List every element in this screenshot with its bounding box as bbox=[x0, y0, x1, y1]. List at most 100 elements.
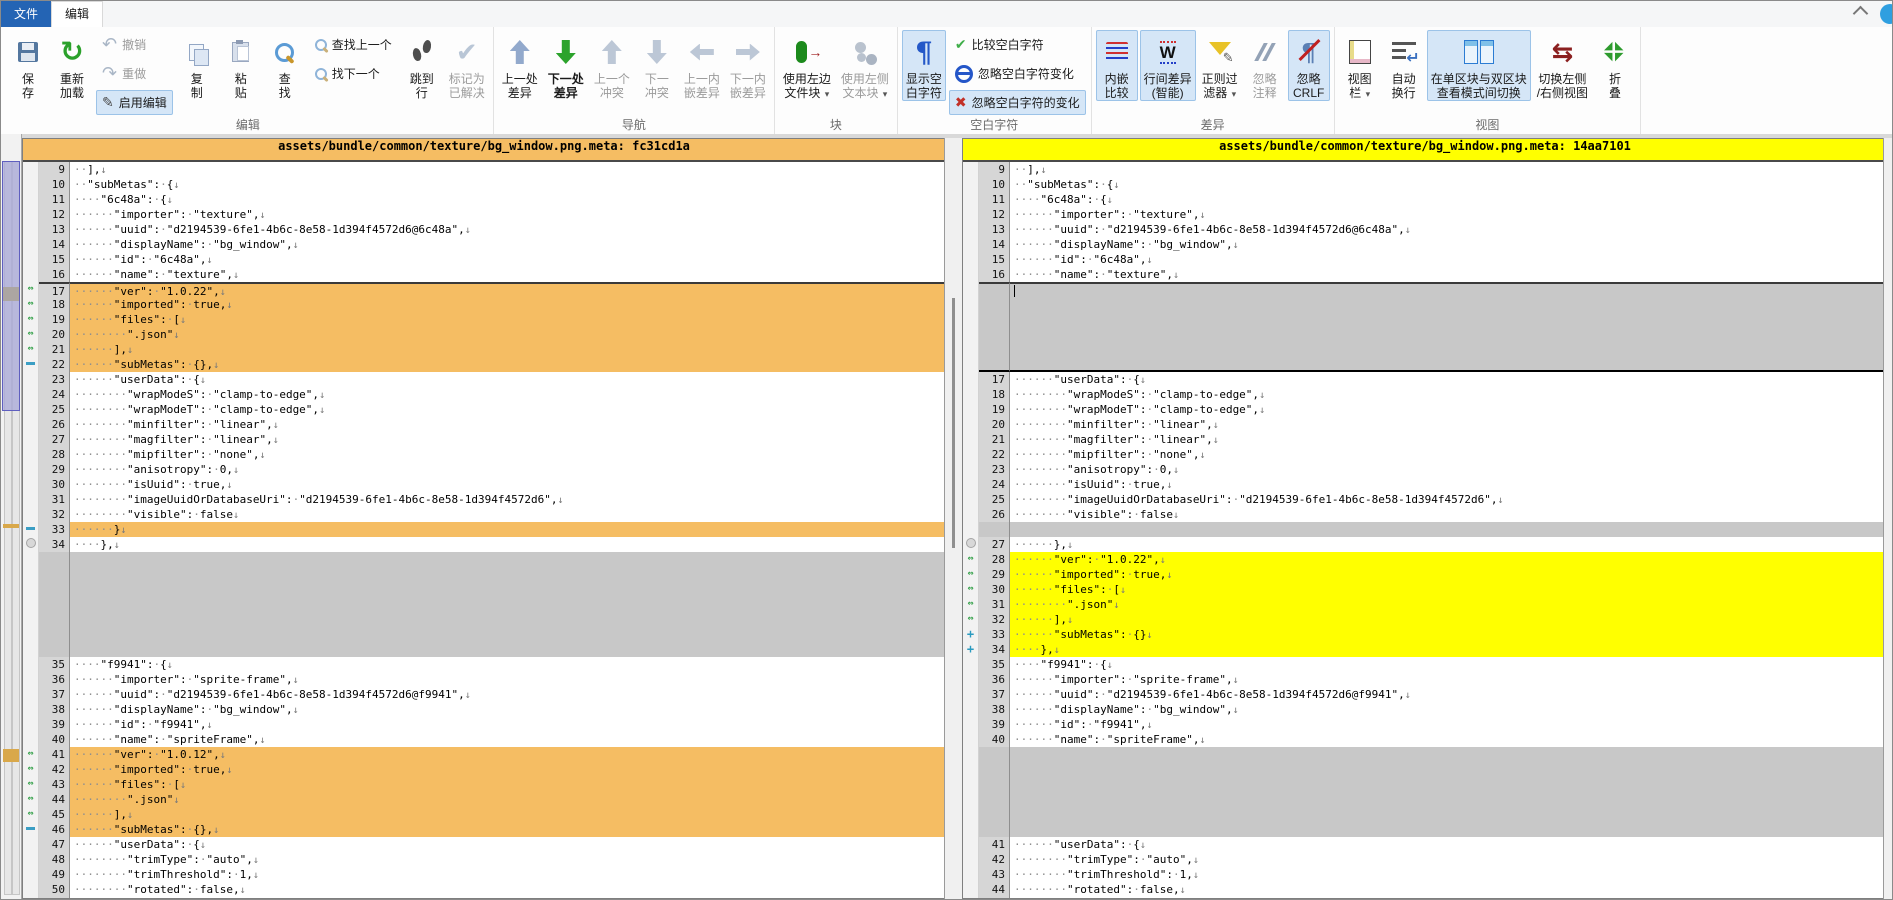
code-line[interactable]: 14 ······"displayName":·"bg_window",↓ bbox=[963, 237, 1887, 252]
code-line[interactable]: 11 ····"6c48a":·{↓ bbox=[23, 192, 945, 207]
code-line[interactable]: 32 ········"visible":·false↓ bbox=[23, 507, 945, 522]
code-line[interactable]: ⇔ 32 ······],↓ bbox=[963, 612, 1887, 627]
ribbon-button-pilcrow[interactable]: ¶ 显示空 白字符 bbox=[901, 30, 946, 101]
code-line[interactable]: 24 ········"wrapModeS":·"clamp-to-edge",↓ bbox=[23, 387, 945, 402]
code-line[interactable]: 36 ······"importer":·"sprite-frame",↓ bbox=[963, 672, 1887, 687]
code-line[interactable]: 21 ········"magfilter":·"linear",↓ bbox=[963, 432, 1887, 447]
ribbon-button-undo[interactable]: ↶ 撤销 bbox=[96, 32, 173, 57]
left-pane-header[interactable]: assets/bundle/common/texture/bg_window.p… bbox=[23, 139, 945, 162]
code-line[interactable]: 42 ········"trimType":·"auto",↓ bbox=[963, 852, 1887, 867]
ghost-line[interactable] bbox=[963, 327, 1887, 342]
location-pane[interactable] bbox=[1, 134, 22, 899]
ribbon-button-use-left-text[interactable]: 使用左侧 文本块 ▾ bbox=[837, 30, 893, 102]
location-view-rect[interactable] bbox=[2, 161, 20, 411]
code-line[interactable]: 44 ········"rotated":·false,↓ bbox=[963, 882, 1887, 897]
tab-file[interactable]: 文件 bbox=[1, 1, 52, 27]
ribbon-button-footprints[interactable]: 跳到 行 bbox=[401, 30, 443, 101]
code-line[interactable]: 38 ······"displayName":·"bg_window",↓ bbox=[23, 702, 945, 717]
code-line[interactable]: ⇔ 17 ······"ver":·"1.0.22",↓ bbox=[23, 282, 945, 298]
ribbon-button-arrow-up-steel[interactable]: 上一处 差异 bbox=[498, 30, 542, 101]
code-line[interactable]: ⇔ 20 ········".json"↓ bbox=[23, 327, 945, 342]
ribbon-button-slashes[interactable]: 忽略 注释 bbox=[1244, 30, 1286, 101]
ribbon-button-pencil[interactable]: ✎ 启用编辑 bbox=[96, 90, 173, 115]
ribbon-button-red-x[interactable]: ✖ 忽略空白字符的变化 bbox=[948, 90, 1086, 115]
ghost-line[interactable] bbox=[23, 567, 945, 582]
code-line[interactable]: +33 ······"subMetas":·{}↓ bbox=[963, 627, 1887, 642]
ribbon-button-word-diff[interactable]: W 行间差异 (智能) bbox=[1139, 30, 1196, 101]
code-line[interactable]: 45········"offsetX":·0,↓ bbox=[963, 897, 1887, 898]
ghost-line[interactable] bbox=[963, 762, 1887, 777]
code-line[interactable]: 17 ······"userData":·{↓ bbox=[963, 372, 1887, 387]
code-line[interactable]: ⇔ 44 ········".json"↓ bbox=[23, 792, 945, 807]
code-line[interactable]: 16 ······"name":·"texture",↓ bbox=[963, 267, 1887, 282]
code-line[interactable]: 29 ········"anisotropy":·0,↓ bbox=[23, 462, 945, 477]
ribbon-button-find[interactable]: 查 找 bbox=[264, 30, 306, 101]
code-line[interactable]: 11 ····"6c48a":·{↓ bbox=[963, 192, 1887, 207]
code-line[interactable]: ⇔ 31 ········".json"↓ bbox=[963, 597, 1887, 612]
ribbon-button-collapse-arrows[interactable]: ◢ ◣ ◥ ◤ 折 叠 bbox=[1594, 30, 1636, 101]
code-line[interactable]: +34 ····},↓ bbox=[963, 642, 1887, 657]
code-line[interactable]: 26 ········"visible":·false↓ bbox=[963, 507, 1887, 522]
code-line[interactable]: 25 ········"wrapModeT":·"clamp-to-edge",↓ bbox=[23, 402, 945, 417]
code-line[interactable]: 50 ········"rotated":·false,↓ bbox=[23, 882, 945, 897]
ghost-line[interactable] bbox=[963, 792, 1887, 807]
code-line[interactable]: 27 ······},↓ bbox=[963, 537, 1887, 552]
code-line[interactable]: 20 ········"minfilter":·"linear",↓ bbox=[963, 417, 1887, 432]
code-line[interactable]: 12 ······"importer":·"texture",↓ bbox=[23, 207, 945, 222]
ribbon-button-arrow-up-muted[interactable]: 上一个 冲突 bbox=[590, 30, 634, 101]
ghost-line[interactable] bbox=[23, 597, 945, 612]
ghost-line[interactable] bbox=[963, 282, 1887, 297]
ribbon-button-arrow-left-muted[interactable]: 上一内 嵌差异 bbox=[680, 30, 724, 101]
ribbon-button-find-small[interactable]: 查找上一个 bbox=[309, 32, 398, 57]
ribbon-button-funnel[interactable]: 正则过 滤器 ▾ bbox=[1198, 30, 1242, 102]
code-line[interactable]: ⇔ 42 ······"imported":·true,↓ bbox=[23, 762, 945, 777]
code-line[interactable]: 39 ······"id":·"f9941",↓ bbox=[23, 717, 945, 732]
tab-edit[interactable]: 编辑 bbox=[51, 1, 104, 27]
ribbon-button-arrow-down-green[interactable]: 下一处 差异 bbox=[544, 30, 588, 101]
code-line[interactable]: 23 ········"anisotropy":·0,↓ bbox=[963, 462, 1887, 477]
code-line[interactable]: 27 ········"magfilter":·"linear",↓ bbox=[23, 432, 945, 447]
ghost-line[interactable] bbox=[963, 342, 1887, 357]
code-line[interactable]: 28 ········"mipfilter":·"none",↓ bbox=[23, 447, 945, 462]
ghost-line[interactable] bbox=[963, 522, 1887, 537]
vertical-scrollbar[interactable] bbox=[944, 138, 963, 899]
code-line[interactable]: 40 ······"name":·"spriteFrame",↓ bbox=[963, 732, 1887, 747]
ribbon-button-swap-lr[interactable]: ⇆ 切换左侧 /右侧视图 bbox=[1533, 30, 1592, 101]
ribbon-button-word-wrap[interactable]: 自动 换行 bbox=[1383, 30, 1425, 101]
ribbon-button-reload[interactable]: ↻ 重新 加载 bbox=[51, 30, 93, 101]
ghost-line[interactable] bbox=[963, 777, 1887, 792]
ghost-line[interactable] bbox=[963, 357, 1887, 372]
ribbon-button-paste[interactable]: 粘 贴 bbox=[220, 30, 262, 101]
code-line[interactable]: ⇔ 21 ······],↓ bbox=[23, 342, 945, 357]
ribbon-button-use-left-file[interactable]: 使用左边 文件块 ▾ bbox=[779, 30, 835, 102]
code-line[interactable]: 31 ········"imageUuidOrDatabaseUri":·"d21… bbox=[23, 492, 945, 507]
ghost-line[interactable] bbox=[23, 627, 945, 642]
code-line[interactable]: 25 ········"imageUuidOrDatabaseUri":·"d21… bbox=[963, 492, 1887, 507]
code-line[interactable]: 48 ········"trimType":·"auto",↓ bbox=[23, 852, 945, 867]
right-scrollbar-strip[interactable] bbox=[1883, 138, 1892, 899]
ghost-line[interactable] bbox=[963, 297, 1887, 312]
code-line[interactable]: 13 ······"uuid":·"d2194539-6fe1-4b6c-8e58… bbox=[23, 222, 945, 237]
code-line[interactable]: ⇔ 45 ······],↓ bbox=[23, 807, 945, 822]
code-line[interactable]: 26 ········"minfilter":·"linear",↓ bbox=[23, 417, 945, 432]
code-line[interactable]: 39 ······"id":·"f9941",↓ bbox=[963, 717, 1887, 732]
code-line[interactable]: 41 ······"userData":·{↓ bbox=[963, 837, 1887, 852]
code-line[interactable]: 9 ··],↓ bbox=[23, 162, 945, 177]
code-line[interactable]: 19 ········"wrapModeT":·"clamp-to-edge",↓ bbox=[963, 402, 1887, 417]
code-line[interactable]: 34 ····},↓ bbox=[23, 537, 945, 552]
code-line[interactable]: 13 ······"uuid":·"d2194539-6fe1-4b6c-8e58… bbox=[963, 222, 1887, 237]
code-line[interactable]: 33 ······}↓ bbox=[23, 522, 945, 537]
ghost-line[interactable] bbox=[963, 822, 1887, 837]
code-line[interactable]: ⇔ 29 ······"imported":·true,↓ bbox=[963, 567, 1887, 582]
code-line[interactable]: 10 ··"subMetas":·{↓ bbox=[963, 177, 1887, 192]
ribbon-button-check-green[interactable]: ✔ 比较空白字符 bbox=[949, 32, 1086, 57]
ghost-line[interactable] bbox=[23, 582, 945, 597]
code-line[interactable]: 37 ······"uuid":·"d2194539-6fe1-4b6c-8e58… bbox=[963, 687, 1887, 702]
left-pane-editor[interactable]: 9 ··],↓ 10 ··"subMetas":·{↓ 11 ····"6c48a":·{… bbox=[23, 162, 945, 898]
ribbon-button-find-small[interactable]: 找下一个 bbox=[309, 61, 398, 86]
code-line[interactable]: ⇔ 28 ······"ver":·"1.0.22",↓ bbox=[963, 552, 1887, 567]
code-line[interactable]: ⇔ 18 ······"imported":·true,↓ bbox=[23, 297, 945, 312]
ribbon-button-crlf-slash[interactable]: ¶ 忽略 CRLF bbox=[1287, 30, 1330, 101]
code-line[interactable]: 30 ········"isUuid":·true,↓ bbox=[23, 477, 945, 492]
code-line[interactable]: 38 ······"displayName":·"bg_window",↓ bbox=[963, 702, 1887, 717]
